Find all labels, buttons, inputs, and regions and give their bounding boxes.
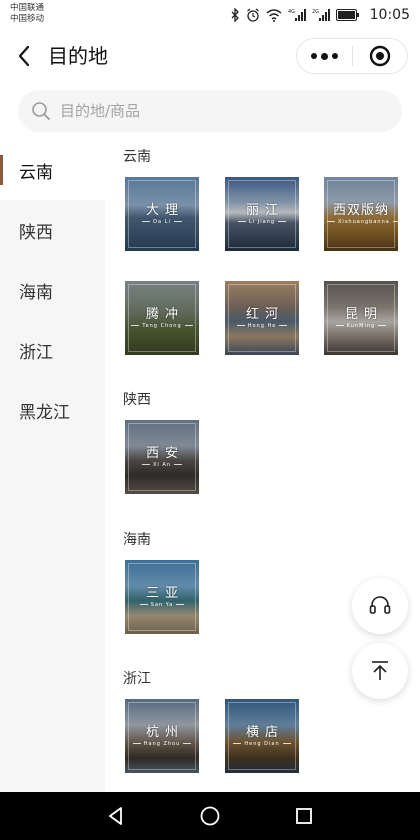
city-name: 红河: [245, 307, 284, 322]
city-tile-lijiang[interactable]: 丽江 Li Jiang: [225, 177, 299, 251]
city-name: 西安: [145, 446, 184, 461]
city-tile-hangzhou[interactable]: 杭州 Hang Zhou: [125, 699, 199, 773]
square-recents-icon: [296, 808, 312, 824]
city-tile-honghe[interactable]: 红河 Hong He: [225, 281, 299, 355]
city-pinyin: Hang Zhou: [125, 741, 199, 747]
city-pinyin: Heng Dian: [225, 741, 299, 747]
chevron-left-icon: [18, 45, 30, 67]
city-pinyin: Hong He: [225, 323, 299, 329]
city-pinyin: Li Jiang: [225, 219, 299, 225]
more-button[interactable]: [297, 39, 352, 73]
section-title-yunnan: 云南: [123, 149, 151, 165]
signal-1-icon: 4G: [288, 8, 306, 22]
city-pinyin: Teng Chong: [125, 323, 199, 329]
search-box[interactable]: [18, 90, 402, 132]
android-back-button[interactable]: [101, 801, 131, 831]
section-title-shaanxi: 陕西: [123, 392, 151, 408]
back-button[interactable]: [10, 42, 38, 70]
city-name: 杭州: [145, 725, 184, 740]
city-name: 西双版纳: [332, 203, 389, 218]
city-tile-tengchong[interactable]: 腾冲 Teng Chong: [125, 281, 199, 355]
city-tile-xishuangbanna[interactable]: 西双版纳 Xishuangbanna: [324, 177, 398, 251]
city-tile-kunming[interactable]: 昆明 KunMing: [324, 281, 398, 355]
battery-icon: [335, 9, 360, 21]
city-name: 腾冲: [145, 307, 184, 322]
carrier-2: 中国移动: [10, 14, 45, 24]
city-name: 丽江: [245, 203, 284, 218]
android-recents-button[interactable]: [289, 801, 319, 831]
city-pinyin: Da Li: [125, 219, 199, 225]
city-tile-hengdian[interactable]: 横店 Heng Dian: [225, 699, 299, 773]
circle-home-icon: [200, 806, 220, 826]
target-close-icon: [369, 45, 390, 67]
status-bar: 中国联通 中国移动 4G 2G 10:05: [0, 0, 420, 30]
miniprogram-capsule: [296, 38, 408, 74]
sidebar-item-label: 云南: [19, 162, 53, 183]
sidebar-item-label: 海南: [19, 282, 53, 303]
sidebar-item-heilongjiang[interactable]: 黑龙江: [0, 380, 105, 440]
android-navigation-bar: [0, 792, 420, 840]
sidebar-item-hainan[interactable]: 海南: [0, 260, 105, 320]
search-area: [0, 82, 420, 140]
sidebar-item-zhejiang[interactable]: 浙江: [0, 320, 105, 380]
wifi-icon: [266, 8, 282, 22]
section-title-zhejiang: 浙江: [123, 671, 151, 687]
city-pinyin: KunMing: [324, 323, 398, 329]
back-to-top-icon: [372, 661, 388, 680]
close-miniprogram-button[interactable]: [352, 39, 407, 73]
section-title-hainan: 海南: [123, 532, 151, 548]
sidebar-item-label: 黑龙江: [19, 402, 70, 423]
city-tile-sanya[interactable]: 三亚 San Ya: [125, 560, 199, 634]
signal-2-icon: 2G: [312, 8, 330, 22]
triangle-back-icon: [109, 807, 122, 825]
search-icon: [30, 100, 52, 122]
city-tile-xian[interactable]: 西安 Xi An: [125, 420, 199, 494]
clock: 10:05: [369, 7, 410, 23]
more-dot-icon: [320, 52, 328, 60]
province-sidebar: 云南 陕西 海南 浙江 黑龙江: [0, 140, 105, 792]
customer-service-button[interactable]: [352, 578, 408, 634]
carrier-1: 中国联通: [10, 3, 45, 13]
status-icons: 4G 2G 10:05: [230, 6, 410, 24]
page-title: 目的地: [48, 44, 108, 68]
more-dot-icon: [331, 53, 338, 59]
more-dot-icon: [310, 53, 317, 59]
back-to-top-button[interactable]: [352, 643, 408, 699]
headset-icon: [369, 596, 391, 614]
sidebar-item-yunnan[interactable]: 云南: [0, 140, 105, 200]
navigation-bar: 目的地: [0, 30, 420, 82]
svg-text:2G: 2G: [312, 9, 319, 15]
city-pinyin: Xishuangbanna: [324, 219, 398, 225]
sidebar-item-shaanxi[interactable]: 陕西: [0, 200, 105, 260]
carrier-info: 中国联通 中国移动: [10, 3, 44, 25]
city-name: 三亚: [145, 586, 184, 601]
sidebar-item-label: 浙江: [19, 342, 53, 363]
sidebar-item-label: 陕西: [19, 222, 53, 243]
alarm-icon: [246, 8, 260, 22]
city-name: 横店: [245, 725, 284, 740]
android-home-button[interactable]: [195, 801, 225, 831]
svg-text:4G: 4G: [288, 9, 295, 15]
bluetooth-icon: [230, 8, 240, 22]
search-input[interactable]: [60, 96, 360, 126]
city-name: 昆明: [344, 307, 383, 322]
city-pinyin: Xi An: [125, 462, 199, 468]
city-tile-dali[interactable]: 大理 Da Li: [125, 177, 199, 251]
city-name: 大理: [145, 203, 184, 218]
city-pinyin: San Ya: [125, 602, 199, 608]
